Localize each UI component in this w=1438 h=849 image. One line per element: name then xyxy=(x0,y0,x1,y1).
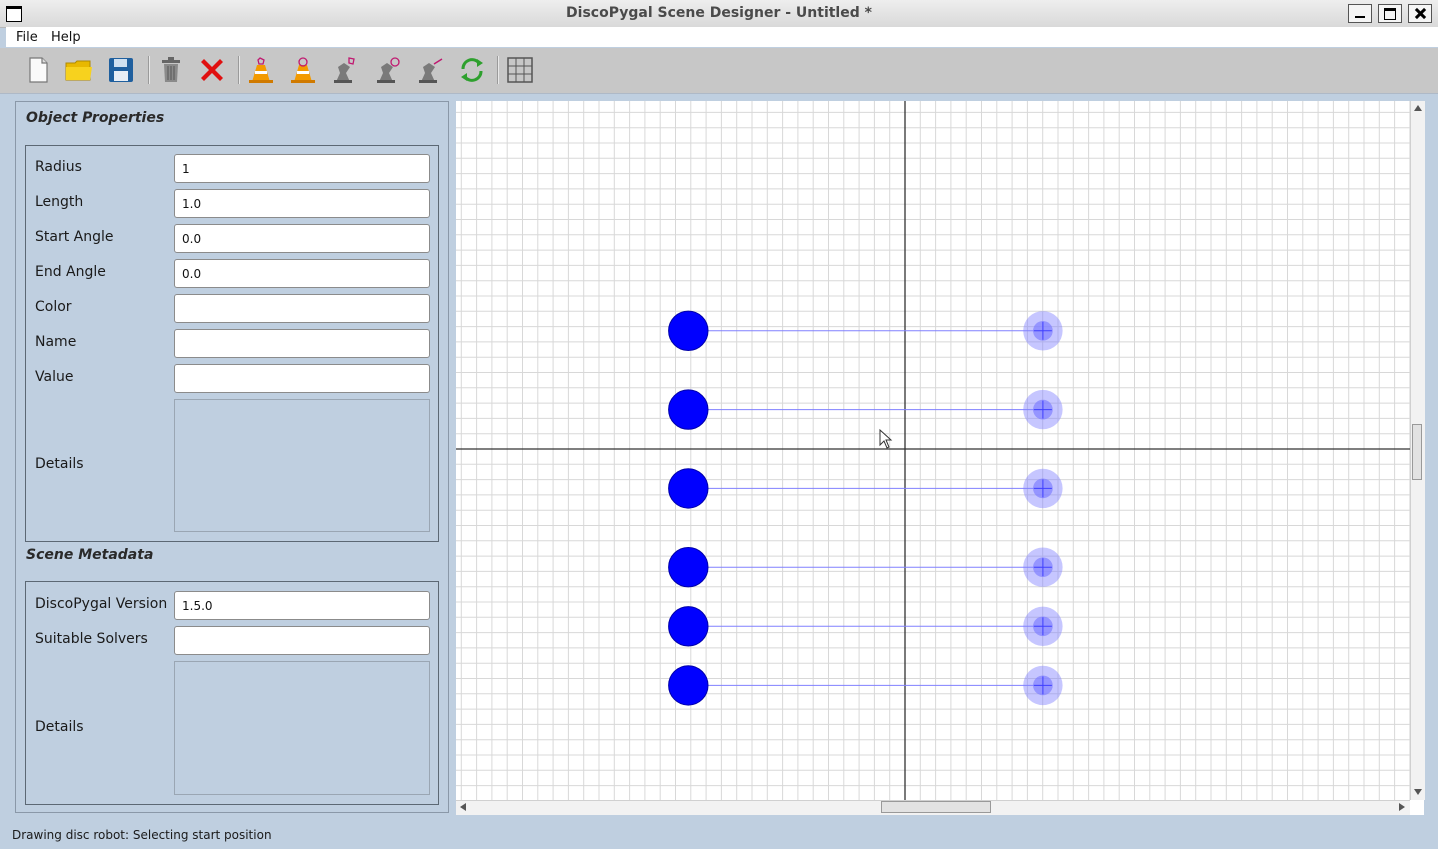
clear-all-button[interactable] xyxy=(197,55,227,85)
folder-icon xyxy=(65,60,92,81)
status-bar: Drawing disc robot: Selecting start posi… xyxy=(12,828,272,842)
name-label: Name xyxy=(35,334,77,350)
maximize-button[interactable] xyxy=(1378,4,1402,23)
add-obstacle-disc-button[interactable] xyxy=(288,55,318,85)
robot-rod-icon xyxy=(419,58,443,83)
disc-robot-start[interactable] xyxy=(668,310,709,352)
horizontal-scroll-thumb[interactable] xyxy=(881,801,991,813)
disc-robot-start[interactable] xyxy=(668,606,709,647)
minimize-button[interactable] xyxy=(1348,4,1372,23)
obstacle-disc-icon xyxy=(291,57,315,83)
robot-polygon-icon xyxy=(334,57,355,83)
trash-icon xyxy=(162,57,180,82)
metadata-details-label: Details xyxy=(35,719,84,735)
vertical-scroll-thumb[interactable] xyxy=(1412,424,1422,480)
end-angle-input[interactable] xyxy=(174,259,430,288)
window-title: DiscoPygal Scene Designer - Untitled * xyxy=(566,5,872,21)
toolbar-separator xyxy=(148,56,150,84)
close-button[interactable] xyxy=(1408,4,1432,23)
object-details-textarea[interactable] xyxy=(174,399,430,532)
suitable-solvers-label: Suitable Solvers xyxy=(35,631,148,647)
add-disc-robot-button[interactable] xyxy=(373,55,403,85)
menu-help[interactable]: Help xyxy=(51,30,81,45)
toolbar-separator xyxy=(497,56,499,84)
scene-metadata-title: Scene Metadata xyxy=(26,547,154,563)
disc-robot-start[interactable] xyxy=(668,547,709,588)
length-input[interactable] xyxy=(174,189,430,218)
title-bar: DiscoPygal Scene Designer - Untitled * xyxy=(0,0,1438,28)
length-label: Length xyxy=(35,194,84,210)
scene-drawing[interactable] xyxy=(456,101,1410,800)
add-obstacle-polygon-button[interactable] xyxy=(246,55,276,85)
delete-selected-button[interactable] xyxy=(156,55,186,85)
add-rod-robot-button[interactable] xyxy=(415,55,445,85)
disc-robot-start[interactable] xyxy=(668,468,709,509)
open-scene-button[interactable] xyxy=(64,55,94,85)
color-input[interactable] xyxy=(174,294,430,323)
refresh-icon xyxy=(461,58,483,82)
discopygal-version-label: DiscoPygal Version xyxy=(35,596,168,612)
scroll-down-arrow-icon[interactable] xyxy=(1414,789,1422,795)
add-polygon-robot-button[interactable] xyxy=(330,55,360,85)
end-angle-label: End Angle xyxy=(35,264,106,280)
toggle-grid-button[interactable] xyxy=(505,55,535,85)
new-scene-button[interactable] xyxy=(23,55,53,85)
menu-file[interactable]: File xyxy=(16,30,38,45)
discopygal-version-input[interactable] xyxy=(174,591,430,620)
disc-robot-start[interactable] xyxy=(668,665,709,706)
disc-robot-start[interactable] xyxy=(668,389,709,430)
scene-canvas[interactable] xyxy=(456,101,1424,815)
new-file-icon xyxy=(29,57,48,83)
scroll-right-arrow-icon[interactable] xyxy=(1399,803,1405,811)
toolbar xyxy=(0,48,1438,94)
toolbar-separator xyxy=(238,56,240,84)
value-label: Value xyxy=(35,369,74,385)
menu-bar: File Help xyxy=(6,27,1438,47)
robots xyxy=(668,310,1063,706)
grid xyxy=(456,101,1410,800)
scroll-left-arrow-icon[interactable] xyxy=(460,803,466,811)
robot-disc-icon xyxy=(377,57,400,83)
suitable-solvers-input[interactable] xyxy=(174,626,430,655)
radius-input[interactable] xyxy=(174,154,430,183)
save-scene-button[interactable] xyxy=(106,55,136,85)
object-details-label: Details xyxy=(35,456,84,472)
red-x-icon xyxy=(201,59,223,81)
radius-label: Radius xyxy=(35,159,82,175)
name-input[interactable] xyxy=(174,329,430,358)
grid-icon xyxy=(507,57,533,83)
color-label: Color xyxy=(35,299,72,315)
value-input[interactable] xyxy=(174,364,430,393)
refresh-button[interactable] xyxy=(457,55,487,85)
floppy-disk-icon xyxy=(109,58,133,82)
start-angle-label: Start Angle xyxy=(35,229,114,245)
start-angle-input[interactable] xyxy=(174,224,430,253)
metadata-details-textarea[interactable] xyxy=(174,661,430,795)
obstacle-polygon-icon xyxy=(249,57,273,83)
scroll-up-arrow-icon[interactable] xyxy=(1414,105,1422,111)
object-properties-title: Object Properties xyxy=(26,110,165,126)
